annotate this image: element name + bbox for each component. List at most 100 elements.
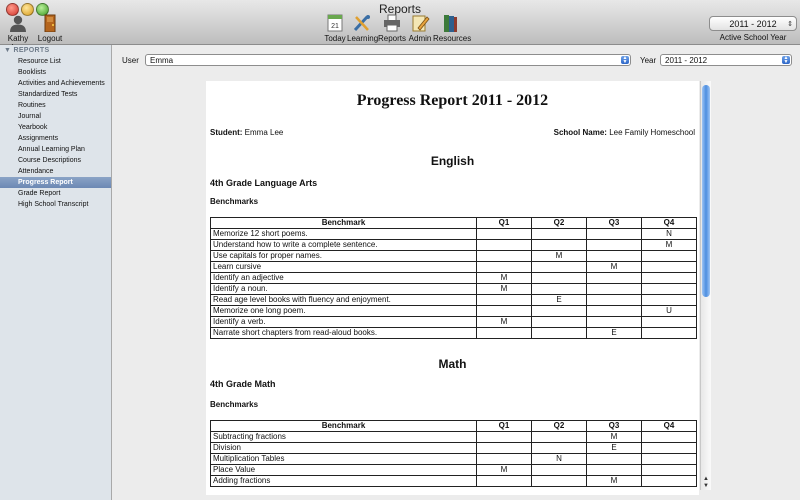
q1-grade-cell xyxy=(476,294,532,306)
q1-grade-cell xyxy=(476,475,532,487)
table-row: Identify an adjective M xyxy=(210,272,697,284)
student-label: Student: xyxy=(210,128,243,137)
q2-grade-cell: E xyxy=(531,294,587,306)
table-row: Memorize one long poem. U xyxy=(210,305,697,317)
q2-grade-cell: N xyxy=(531,453,587,465)
admin-button[interactable]: Admin xyxy=(407,14,433,43)
q2-grade-cell xyxy=(531,283,587,295)
sidebar-item-journal[interactable]: Journal xyxy=(0,111,111,122)
q2-grade-cell xyxy=(531,272,587,284)
col-header-benchmark: Benchmark xyxy=(210,217,477,229)
q3-grade-cell xyxy=(586,272,642,284)
sidebar-item-routines[interactable]: Routines xyxy=(0,100,111,111)
q2-grade-cell xyxy=(531,305,587,317)
q4-grade-cell xyxy=(641,261,697,273)
q2-grade-cell xyxy=(531,327,587,339)
benchmarks-heading-english: Benchmarks xyxy=(210,197,259,206)
sidebar-item-annual-learning-plan[interactable]: Annual Learning Plan xyxy=(0,144,111,155)
sidebar-item-resource-list[interactable]: Resource List xyxy=(0,56,111,67)
benchmark-cell: Memorize one long poem. xyxy=(210,305,477,317)
benchmark-cell: Understand how to write a complete sente… xyxy=(210,239,477,251)
user-select-value: Emma xyxy=(150,56,174,65)
scroll-arrows[interactable]: ▲ ▼ xyxy=(702,476,710,490)
course-heading-math: 4th Grade Math xyxy=(210,379,276,389)
sidebar-item-high-school-transcript[interactable]: High School Transcript xyxy=(0,199,111,210)
benchmark-cell: Use capitals for proper names. xyxy=(210,250,477,262)
q1-grade-cell: M xyxy=(476,316,532,328)
learning-icon xyxy=(353,15,370,32)
q3-grade-cell: E xyxy=(586,442,642,454)
q3-grade-cell xyxy=(586,250,642,262)
reports-sidebar: ▼ REPORTS Resource List Booklists Activi… xyxy=(0,45,112,500)
today-button[interactable]: 21 Today xyxy=(323,14,347,43)
q3-grade-cell xyxy=(586,316,642,328)
sidebar-item-attendance[interactable]: Attendance xyxy=(0,166,111,177)
q4-grade-cell xyxy=(641,294,697,306)
benchmark-cell: Place Value xyxy=(210,464,477,476)
course-heading-english: 4th Grade Language Arts xyxy=(210,178,318,188)
q2-grade-cell xyxy=(531,316,587,328)
col-header-benchmark: Benchmark xyxy=(210,420,477,432)
q4-grade-cell xyxy=(641,442,697,454)
table-row: Identify a verb. M xyxy=(210,316,697,328)
reports-button[interactable]: Reports xyxy=(378,14,406,43)
reports-label: Reports xyxy=(378,34,407,43)
benchmark-cell: Identify a noun. xyxy=(210,283,477,295)
sidebar-item-progress-report[interactable]: Progress Report xyxy=(0,177,111,188)
sidebar-item-yearbook[interactable]: Yearbook xyxy=(0,122,111,133)
scrollbar-thumb[interactable] xyxy=(702,85,710,297)
q2-grade-cell xyxy=(531,261,587,273)
sidebar-item-booklists[interactable]: Booklists xyxy=(0,67,111,78)
report-scrollbar[interactable]: ▲ ▼ xyxy=(700,81,711,490)
logout-button[interactable]: Logout xyxy=(36,14,64,43)
door-icon xyxy=(44,14,56,32)
active-school-year-caption: Active School Year xyxy=(719,33,787,42)
year-select[interactable]: 2011 - 2012 ▲ ▼ xyxy=(660,54,792,66)
col-header-q4: Q4 xyxy=(641,217,697,229)
sidebar-item-course-descriptions[interactable]: Course Descriptions xyxy=(0,155,111,166)
sidebar-item-activities[interactable]: Activities and Achievements xyxy=(0,78,111,89)
q4-grade-cell xyxy=(641,272,697,284)
q1-grade-cell xyxy=(476,261,532,273)
table-row: Understand how to write a complete sente… xyxy=(210,239,697,251)
q1-grade-cell: M xyxy=(476,283,532,295)
col-header-q2: Q2 xyxy=(531,420,587,432)
q3-grade-cell xyxy=(586,283,642,295)
q2-grade-cell xyxy=(531,431,587,443)
q2-grade-cell xyxy=(531,475,587,487)
resources-label: Resources xyxy=(433,34,472,43)
calendar-icon: 21 xyxy=(327,14,343,32)
sidebar-item-grade-report[interactable]: Grade Report xyxy=(0,188,111,199)
benchmark-cell: Identify a verb. xyxy=(210,316,477,328)
year-label: Year xyxy=(640,56,657,65)
q4-grade-cell xyxy=(641,283,697,295)
report-title: Progress Report 2011 - 2012 xyxy=(356,92,549,109)
subject-heading-math: Math xyxy=(438,357,467,371)
logout-label: Logout xyxy=(37,34,63,43)
learning-button[interactable]: Learning xyxy=(347,14,378,43)
table-row: Narrate short chapters from read-aloud b… xyxy=(210,327,697,339)
active-school-year-select[interactable]: 2011 - 2012 ⇕ xyxy=(709,16,797,31)
q4-grade-cell xyxy=(641,475,697,487)
col-header-q1: Q1 xyxy=(476,420,532,432)
books-icon xyxy=(444,15,457,32)
sidebar-header[interactable]: ▼ REPORTS xyxy=(4,47,49,54)
col-header-q4: Q4 xyxy=(641,420,697,432)
col-header-q3: Q3 xyxy=(586,420,642,432)
col-header-q3: Q3 xyxy=(586,217,642,229)
window-toolbar: Reports Kathy Lee Logout 21 Today Learni… xyxy=(0,0,800,52)
sidebar-item-standardized-tests[interactable]: Standardized Tests xyxy=(0,89,111,100)
chevron-updown-icon: ▲ ▼ xyxy=(782,55,790,65)
sidebar-item-assignments[interactable]: Assignments xyxy=(0,133,111,144)
benchmark-cell: Subtracting fractions xyxy=(210,431,477,443)
resources-button[interactable]: Resources xyxy=(433,14,471,43)
q3-grade-cell: M xyxy=(586,431,642,443)
col-header-q1: Q1 xyxy=(476,217,532,229)
student-line: Student: Emma Lee xyxy=(210,128,283,137)
table-header-row: Benchmark Q1 Q2 Q3 Q4 xyxy=(210,420,697,432)
q4-grade-cell: N xyxy=(641,228,697,240)
benchmark-cell: Adding fractions xyxy=(210,475,477,487)
q4-grade-cell xyxy=(641,327,697,339)
user-select[interactable]: Emma ▲ ▼ xyxy=(145,54,631,66)
chevron-updown-icon: ▲ ▼ xyxy=(621,55,629,65)
